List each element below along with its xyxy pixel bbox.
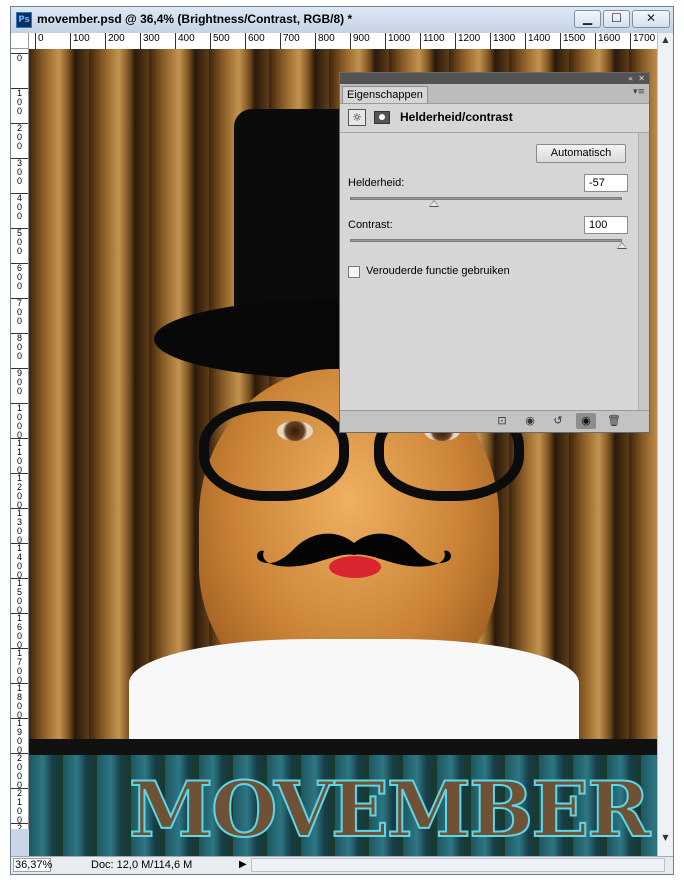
banner-title: MOVEMBER xyxy=(128,765,651,854)
maximize-button[interactable]: ☐ xyxy=(603,10,630,28)
ruler-tick: 700 xyxy=(280,33,300,49)
ruler-tick: 1500 xyxy=(11,578,28,615)
ruler-tick: 1500 xyxy=(560,33,585,49)
adjustment-title: Helderheid/contrast xyxy=(400,110,513,124)
ruler-tick: 800 xyxy=(315,33,335,49)
panel-scrollbar[interactable] xyxy=(638,133,649,411)
ruler-tick: 500 xyxy=(210,33,230,49)
ruler-tick: 1200 xyxy=(455,33,480,49)
ruler-tick: 300 xyxy=(140,33,160,49)
panel-menu-icon[interactable]: ▾≡ xyxy=(633,87,645,97)
ruler-tick: 1100 xyxy=(11,438,28,475)
ruler-tick: 600 xyxy=(245,33,265,49)
contrast-input[interactable]: 100 xyxy=(584,216,628,234)
document-size-info[interactable]: Doc: 12,0 M/114,6 M xyxy=(91,859,192,871)
ruler-tick: 1200 xyxy=(11,473,28,510)
close-panel-icon[interactable]: ✕ xyxy=(638,73,645,84)
ruler-tick: 2000 xyxy=(11,753,28,790)
ruler-tick: 1000 xyxy=(11,403,28,440)
brightness-label: Helderheid: xyxy=(348,177,405,189)
scroll-up-arrow-icon[interactable]: ▲ xyxy=(658,33,673,47)
panel-tabbar: Eigenschappen ▾≡ xyxy=(340,84,649,104)
legacy-checkbox[interactable] xyxy=(348,266,360,278)
horizontal-ruler[interactable]: 0 100 200 300 400 500 600 700 800 900 1000 1100 1200… xyxy=(29,33,657,50)
ruler-tick: 400 xyxy=(11,193,28,221)
trash-icon[interactable]: 🗑 xyxy=(604,413,624,429)
ruler-tick: 200 xyxy=(11,123,28,151)
scroll-down-arrow-icon[interactable]: ▼ xyxy=(658,831,673,845)
ruler-tick: 1100 xyxy=(420,33,445,49)
contrast-label: Contrast: xyxy=(348,219,393,231)
glasses-left-lens xyxy=(199,401,349,501)
ruler-tick: 1900 xyxy=(11,718,28,755)
ruler-tick: 500 xyxy=(11,228,28,256)
zoom-field[interactable]: 36,37% xyxy=(13,858,52,872)
ruler-tick: 800 xyxy=(11,333,28,361)
view-previous-icon[interactable]: ◉ xyxy=(520,413,540,429)
status-bar: 36,37% Doc: 12,0 M/114,6 M ▶ xyxy=(11,856,673,874)
ruler-tick: 100 xyxy=(70,33,90,49)
vertical-scrollbar[interactable]: ▲ ▼ xyxy=(657,33,673,863)
properties-panel: « ✕ Eigenschappen ▾≡ ☼ Helderheid/contra… xyxy=(339,72,650,433)
ruler-tick: 700 xyxy=(11,298,28,326)
ruler-tick: 300 xyxy=(11,158,28,186)
ruler-tick: 1400 xyxy=(11,543,28,580)
contrast-slider-thumb[interactable] xyxy=(617,242,627,249)
ruler-tick: 1000 xyxy=(385,33,410,49)
ruler-tick: 100 xyxy=(11,88,28,116)
ruler-tick: 900 xyxy=(11,368,28,396)
lips xyxy=(329,556,381,578)
contrast-slider-track[interactable] xyxy=(350,239,622,242)
tab-eigenschappen[interactable]: Eigenschappen xyxy=(342,86,428,103)
reset-icon[interactable]: ↺ xyxy=(548,413,568,429)
horizontal-scrollbar[interactable] xyxy=(251,858,665,872)
ruler-tick: 1700 xyxy=(11,648,28,685)
ruler-tick: 900 xyxy=(350,33,370,49)
document-title: movember.psd @ 36,4% (Brightness/Contras… xyxy=(37,12,353,26)
ruler-tick: 1700 xyxy=(630,33,655,49)
ruler-tick: 200 xyxy=(105,33,125,49)
collapse-panel-icon[interactable]: « xyxy=(628,73,633,84)
clip-to-layer-icon[interactable]: ⊡ xyxy=(492,413,512,429)
visibility-eye-icon[interactable]: ◉ xyxy=(576,413,596,429)
adjustment-header: ☼ Helderheid/contrast xyxy=(340,104,649,133)
panel-bottom-toolbar: ⊡ ◉ ↺ ◉ 🗑 xyxy=(340,410,649,432)
ruler-tick: 0 xyxy=(35,33,44,49)
brightness-slider-thumb[interactable] xyxy=(429,200,440,207)
ruler-tick: 600 xyxy=(11,263,28,291)
ruler-tick: 1800 xyxy=(11,683,28,720)
ruler-tick: 1300 xyxy=(490,33,515,49)
left-eye xyxy=(277,421,313,441)
status-menu-arrow-icon[interactable]: ▶ xyxy=(239,859,247,870)
ruler-tick: 1400 xyxy=(525,33,550,49)
white-collar xyxy=(129,639,579,749)
ruler-tick: 2100 xyxy=(11,788,28,825)
ruler-tick: 1600 xyxy=(11,613,28,650)
title-bar[interactable]: Ps movember.psd @ 36,4% (Brightness/Cont… xyxy=(11,7,673,33)
minimize-button[interactable]: ▁ xyxy=(574,10,601,28)
ruler-tick: 1600 xyxy=(595,33,620,49)
brightness-slider-track[interactable] xyxy=(350,197,622,200)
photoshop-app-icon: Ps xyxy=(16,12,32,28)
legacy-checkbox-label[interactable]: Verouderde functie gebruiken xyxy=(366,265,510,277)
vertical-ruler[interactable]: 0 100 200 300 400 500 600 700 800 900 100011001200… xyxy=(11,49,29,829)
brightness-input[interactable]: -57 xyxy=(584,174,628,192)
ruler-tick: 400 xyxy=(175,33,195,49)
close-button[interactable]: ✕ xyxy=(632,10,670,28)
ruler-tick: 1300 xyxy=(11,508,28,545)
ruler-tick: 2200 xyxy=(11,823,28,829)
layer-mask-icon[interactable] xyxy=(374,111,390,124)
ruler-tick: 0 xyxy=(11,53,28,63)
ruler-origin[interactable] xyxy=(11,33,29,49)
auto-button[interactable]: Automatisch xyxy=(536,144,626,163)
brightness-contrast-icon[interactable]: ☼ xyxy=(348,109,366,126)
panel-topbar[interactable]: « ✕ xyxy=(340,73,649,84)
